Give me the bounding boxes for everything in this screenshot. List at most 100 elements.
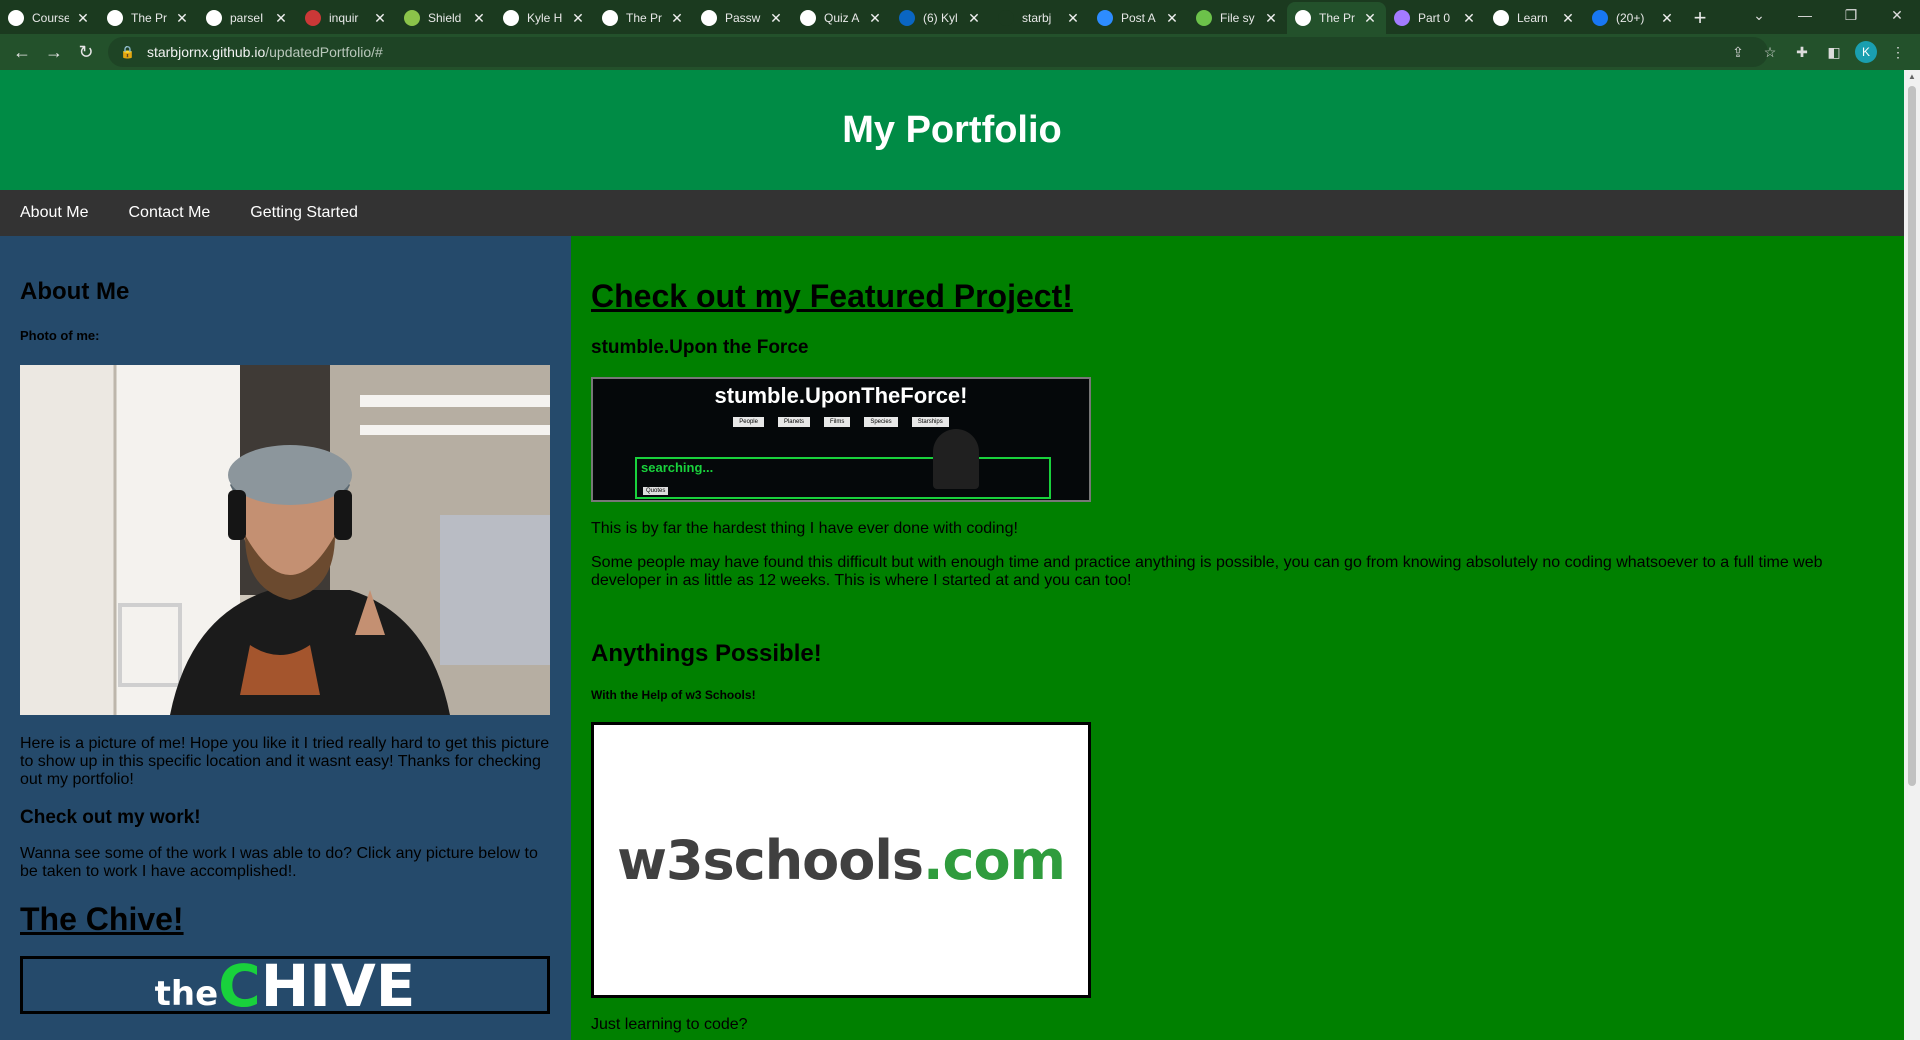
browser-tab[interactable]: inquir ✕: [297, 2, 396, 34]
screenshot-buttons: People Planets Films Species Starships: [593, 417, 1089, 427]
tab-close-icon[interactable]: ✕: [1065, 10, 1081, 27]
featured-project-link[interactable]: Check out my Featured Project!: [591, 278, 1884, 315]
photo-label: Photo of me:: [20, 328, 100, 343]
browser-tab[interactable]: parseI ✕: [198, 2, 297, 34]
browser-tab-label: Quiz A: [824, 11, 860, 25]
browser-tab[interactable]: Learn ✕: [1485, 2, 1584, 34]
url-path: /updatedPortfolio/#: [265, 44, 383, 60]
profile-initial: K: [1855, 41, 1877, 63]
forward-icon[interactable]: →: [38, 36, 70, 68]
screenshot-nav-button: Starships: [911, 417, 949, 427]
tab-close-icon[interactable]: ✕: [966, 10, 982, 27]
scrollbar-thumb[interactable]: [1908, 86, 1916, 786]
tab-close-icon[interactable]: ✕: [1362, 10, 1378, 27]
project-screenshot-link[interactable]: stumble.UponTheForce! People Planets Films…: [591, 377, 1091, 502]
site-title: My Portfolio: [842, 108, 1062, 151]
browser-tab[interactable]: Shield ✕: [396, 2, 495, 34]
profile-avatar[interactable]: K: [1852, 38, 1880, 66]
work-heading: Check out my work!: [20, 807, 201, 828]
browser-tab[interactable]: The Pr ✕: [99, 2, 198, 34]
darth-vader-silhouette: [933, 429, 979, 489]
browser-tab[interactable]: Post A ✕: [1089, 2, 1188, 34]
tab-close-icon[interactable]: ✕: [669, 10, 685, 27]
photo-caption: Here is a picture of me! Hope you like i…: [20, 735, 550, 788]
side-panel-icon[interactable]: ◧: [1820, 38, 1848, 66]
browser-tab-strip: Course ✕ The Pr ✕ parseI ✕ inquir ✕ Shield ✕ Kyle …: [0, 0, 1920, 34]
share-icon[interactable]: ⇪: [1724, 38, 1752, 66]
project-paragraph-2: Some people may have found this difficul…: [591, 554, 1823, 589]
browser-tab-label: The Pr: [131, 11, 168, 25]
tab-close-icon[interactable]: ✕: [372, 10, 388, 27]
reload-icon[interactable]: ↻: [70, 36, 102, 68]
menu-kebab-icon[interactable]: ⋮: [1884, 38, 1912, 66]
page-viewport: My Portfolio About Me Contact Me Getting…: [0, 70, 1904, 1040]
medium-icon: [206, 10, 222, 26]
browser-tab-label: parseI: [230, 11, 264, 25]
site-nav: About Me Contact Me Getting Started: [0, 190, 1904, 236]
github-icon: [1295, 10, 1311, 26]
browser-tab[interactable]: Course ✕: [0, 2, 99, 34]
toolbar-actions: ⇪ ☆ ✚ ◧ K ⋮: [1724, 37, 1912, 67]
w3-logo-main: w3schools: [617, 828, 924, 892]
scroll-up-icon[interactable]: ▲: [1907, 72, 1917, 81]
browser-tab[interactable]: Quiz A ✕: [792, 2, 891, 34]
back-icon[interactable]: ←: [6, 36, 38, 68]
w3-caption: With the Help of w3 Schools!: [591, 688, 756, 702]
chive-link[interactable]: The Chive!: [20, 901, 551, 938]
browser-tab[interactable]: Part 0 ✕: [1386, 2, 1485, 34]
extensions-icon[interactable]: ✚: [1788, 38, 1816, 66]
tab-search-icon[interactable]: ⌄: [1736, 0, 1782, 30]
tab-close-icon[interactable]: ✕: [570, 10, 586, 27]
w3schools-logo: w3schools.com: [617, 828, 1066, 892]
browser-tab[interactable]: The Pr ✕: [594, 2, 693, 34]
browser-tab[interactable]: (6) Kyl ✕: [891, 2, 990, 34]
tab-close-icon[interactable]: ✕: [768, 10, 784, 27]
tab-close-icon[interactable]: ✕: [1164, 10, 1180, 27]
browser-tab-label: Shield: [428, 11, 462, 25]
tab-close-icon[interactable]: ✕: [1560, 10, 1576, 27]
about-heading: About Me: [20, 278, 130, 305]
apollo-icon: [1394, 10, 1410, 26]
bookmark-star-icon[interactable]: ☆: [1756, 38, 1784, 66]
browser-tab[interactable]: starbj ✕: [990, 2, 1089, 34]
content-columns: About Me Photo of me: Here is a picture …: [0, 236, 1904, 1040]
tab-close-icon[interactable]: ✕: [174, 10, 190, 27]
tab-close-icon[interactable]: ✕: [471, 10, 487, 27]
github-icon: [8, 10, 24, 26]
nav-getting-started[interactable]: Getting Started: [230, 190, 378, 236]
profile-photo: [20, 365, 550, 715]
tab-close-icon[interactable]: ✕: [75, 10, 91, 27]
tab-close-icon[interactable]: ✕: [1263, 10, 1279, 27]
tab-close-icon[interactable]: ✕: [273, 10, 289, 27]
browser-toolbar: ← → ↻ 🔒 starbjornx.github.io /updatedPor…: [0, 34, 1920, 70]
nav-about-me[interactable]: About Me: [0, 190, 108, 236]
browser-tab[interactable]: Passw ✕: [693, 2, 792, 34]
github-icon: [602, 10, 618, 26]
tab-close-icon[interactable]: ✕: [1461, 10, 1477, 27]
w3schools-logo-link[interactable]: w3schools.com: [591, 722, 1091, 998]
github-icon: [107, 10, 123, 26]
chive-logo-c: C: [218, 956, 261, 1014]
nav-contact-me[interactable]: Contact Me: [108, 190, 230, 236]
linkedin-icon: [899, 10, 915, 26]
address-bar[interactable]: 🔒 starbjornx.github.io /updatedPortfolio…: [108, 37, 1768, 67]
chive-logo-link[interactable]: the C HIVE: [20, 956, 550, 1014]
footer-text: Just learning to code?: [591, 1016, 748, 1033]
new-tab-icon[interactable]: +: [1683, 2, 1717, 34]
browser-tab[interactable]: The Pr ✕: [1287, 2, 1386, 34]
browser-tab-label: Kyle H: [527, 11, 563, 25]
project-paragraph-1: This is by far the hardest thing I have …: [591, 520, 1018, 537]
npm-icon: [305, 10, 321, 26]
node-icon: [1196, 10, 1212, 26]
restore-icon[interactable]: ❐: [1828, 0, 1874, 30]
work-text: Wanna see some of the work I was able to…: [20, 845, 538, 880]
close-window-icon[interactable]: ✕: [1874, 0, 1920, 30]
minimize-icon[interactable]: —: [1782, 0, 1828, 30]
browser-tab[interactable]: File sy ✕: [1188, 2, 1287, 34]
tab-close-icon[interactable]: ✕: [1659, 10, 1675, 27]
browser-tab[interactable]: (20+) ✕: [1584, 2, 1683, 34]
page-scrollbar[interactable]: ▲: [1904, 70, 1920, 1040]
browser-tab[interactable]: Kyle H ✕: [495, 2, 594, 34]
tab-close-icon[interactable]: ✕: [867, 10, 883, 27]
browser-tab-label: File sy: [1220, 11, 1255, 25]
